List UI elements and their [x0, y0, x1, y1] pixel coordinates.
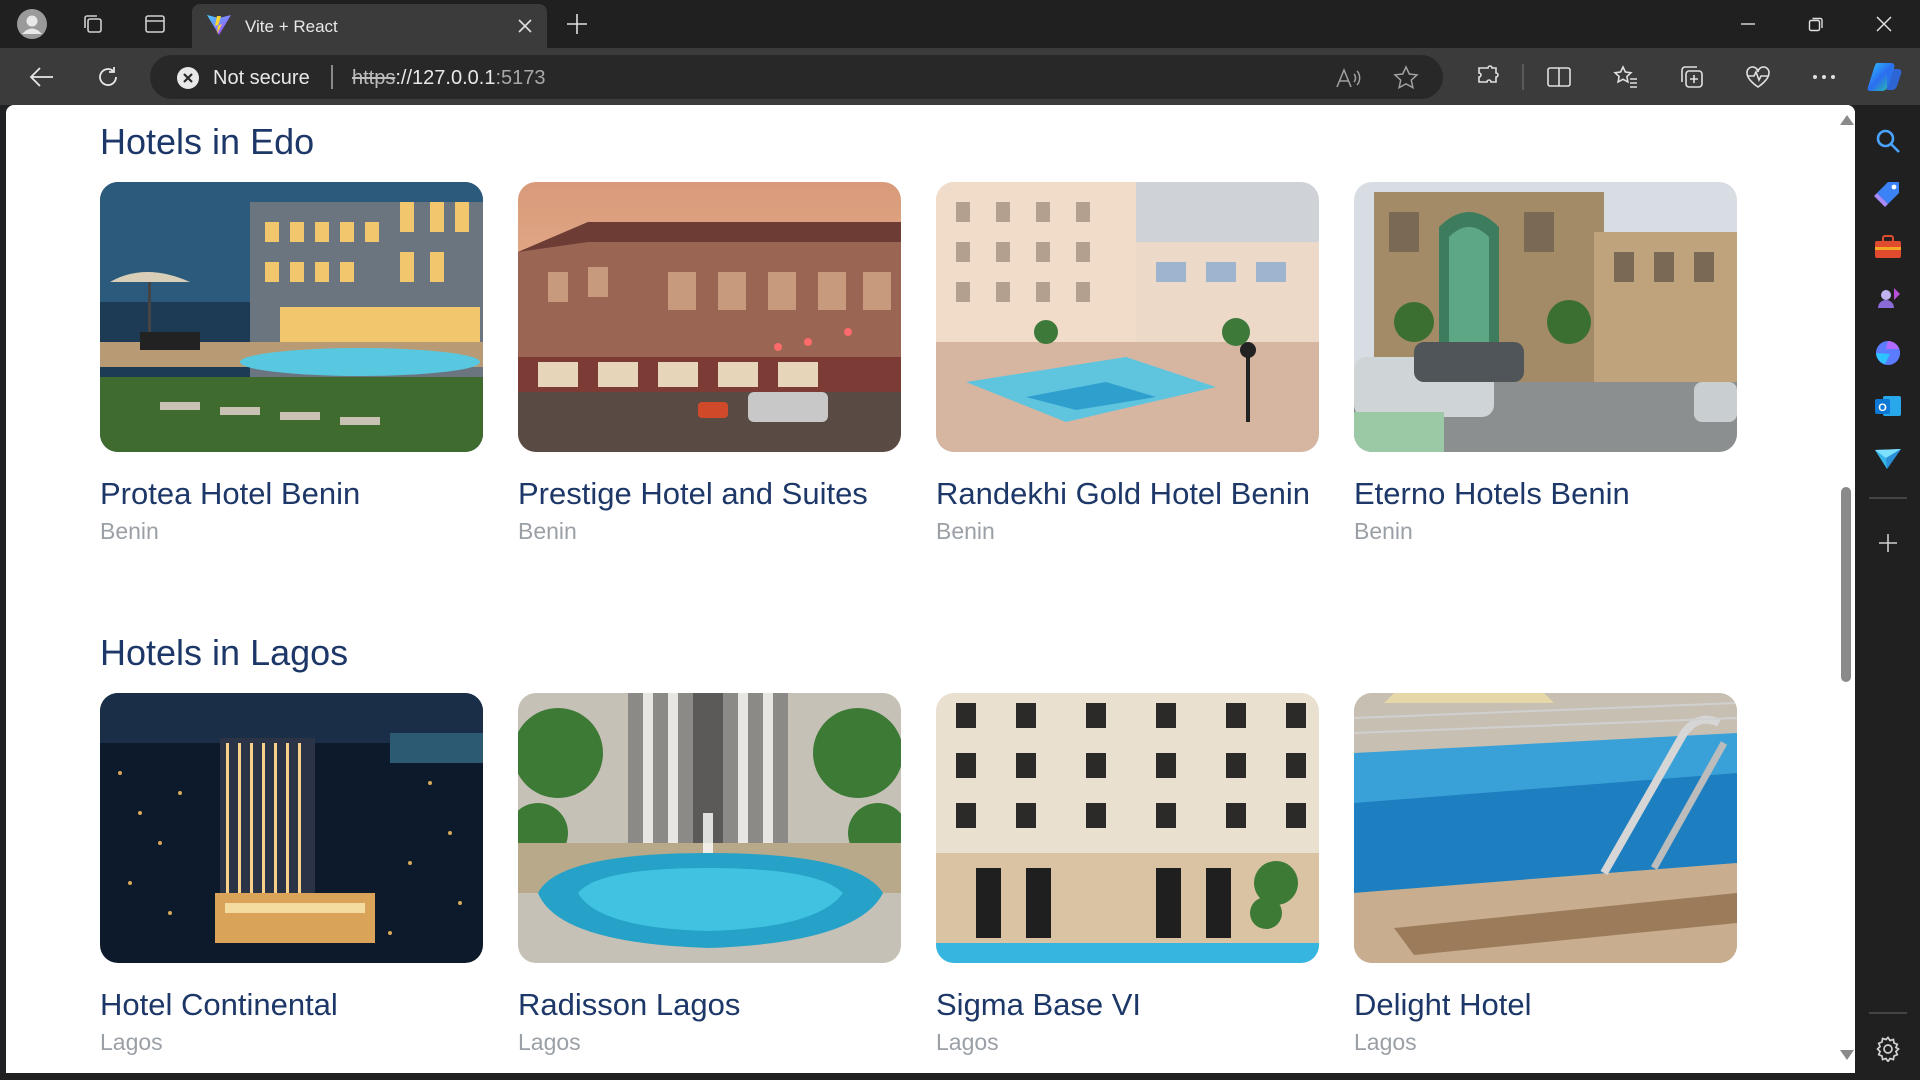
scroll-up-arrow-icon[interactable] — [1840, 115, 1854, 125]
section-title-edo: Hotels in Edo — [100, 121, 315, 162]
hotel-name[interactable]: Sigma Base VI — [936, 987, 1141, 1023]
hotel-name[interactable]: Protea Hotel Benin — [100, 476, 360, 512]
url-host: ://127.0.0.1 — [395, 67, 496, 89]
ellipsis-icon[interactable] — [1805, 58, 1843, 96]
hotel-name[interactable]: Delight Hotel — [1354, 987, 1531, 1023]
hotel-image[interactable] — [518, 693, 901, 963]
edge-sidebar: O — [1855, 105, 1920, 1080]
browser-toolbar: Not secure https://127.0.0.1:5173 — [0, 48, 1920, 105]
hotel-city: Lagos — [518, 1029, 581, 1055]
refresh-icon[interactable] — [89, 58, 127, 96]
gear-icon[interactable] — [1871, 1032, 1905, 1066]
hotel-name[interactable]: Prestige Hotel and Suites — [518, 476, 868, 512]
scrollbar-thumb[interactable] — [1841, 487, 1851, 682]
sidebar-divider-bottom — [1869, 1012, 1907, 1014]
minimize-icon[interactable] — [1714, 0, 1782, 48]
vite-logo-icon — [206, 14, 232, 36]
new-tab-plus-icon[interactable] — [561, 8, 593, 40]
window-bottom-border — [0, 1073, 1855, 1080]
security-label[interactable]: Not secure — [213, 67, 310, 90]
scroll-down-arrow-icon[interactable] — [1840, 1050, 1854, 1060]
hotel-card[interactable]: Hotel Continental Lagos — [100, 693, 483, 1055]
browser-tab-active[interactable]: Vite + React — [192, 4, 547, 48]
favorites-icon[interactable] — [1607, 58, 1645, 96]
microsoft365-icon[interactable] — [1871, 336, 1905, 370]
search-icon[interactable] — [1871, 124, 1905, 158]
hotel-image[interactable] — [1354, 182, 1737, 452]
hotel-card[interactable]: Eterno Hotels Benin Benin — [1354, 182, 1737, 544]
outlook-icon[interactable]: O — [1871, 389, 1905, 423]
address-bar[interactable]: Not secure https://127.0.0.1:5173 — [150, 55, 1443, 99]
page-scrollbar[interactable] — [1836, 105, 1855, 1073]
hotel-name[interactable]: Hotel Continental — [100, 987, 338, 1023]
puzzle-icon[interactable] — [1469, 58, 1507, 96]
hotel-card[interactable]: Randekhi Gold Hotel Benin Benin — [936, 182, 1319, 544]
star-icon[interactable] — [1393, 65, 1419, 91]
back-arrow-icon[interactable] — [23, 58, 61, 96]
page-viewport: Hotels in Edo Protea Hotel Benin Benin P… — [6, 105, 1855, 1073]
address-divider — [331, 65, 333, 89]
tab-title: Vite + React — [245, 17, 338, 36]
close-window-icon[interactable] — [1850, 0, 1918, 48]
add-sidebar-app-plus-icon[interactable] — [1871, 526, 1905, 560]
toolbox-icon[interactable] — [1871, 230, 1905, 264]
restore-icon[interactable] — [1782, 0, 1850, 48]
toolbar-divider — [1522, 64, 1524, 90]
copilot-icon[interactable] — [1866, 58, 1904, 96]
hotel-image[interactable] — [936, 693, 1319, 963]
hotel-city: Benin — [518, 518, 577, 544]
hotel-image[interactable] — [100, 693, 483, 963]
hotel-card[interactable]: Radisson Lagos Lagos — [518, 693, 901, 1055]
hotel-image[interactable] — [100, 182, 483, 452]
section-title-lagos: Hotels in Lagos — [100, 632, 349, 673]
hotel-image[interactable] — [936, 182, 1319, 452]
hotel-card[interactable]: Protea Hotel Benin Benin — [100, 182, 483, 544]
workspaces-icon[interactable] — [77, 8, 109, 40]
split-screen-icon[interactable] — [1540, 58, 1578, 96]
read-aloud-icon[interactable] — [1335, 65, 1361, 91]
hotel-city: Lagos — [100, 1029, 163, 1055]
heart-pulse-icon[interactable] — [1739, 58, 1777, 96]
hotel-image[interactable] — [518, 182, 901, 452]
hotel-image[interactable] — [1354, 693, 1737, 963]
svg-text:O: O — [1878, 402, 1887, 414]
collections-icon[interactable] — [1673, 58, 1711, 96]
games-icon[interactable] — [1871, 283, 1905, 317]
tab-close-icon[interactable] — [513, 14, 537, 38]
hotel-name[interactable]: Radisson Lagos — [518, 987, 740, 1023]
hotel-card[interactable]: Delight Hotel Lagos — [1354, 693, 1737, 1055]
hotel-city: Lagos — [936, 1029, 999, 1055]
shopping-tag-icon[interactable] — [1871, 177, 1905, 211]
hotel-name[interactable]: Randekhi Gold Hotel Benin — [936, 476, 1310, 512]
send-icon[interactable] — [1871, 442, 1905, 476]
url-text[interactable]: https://127.0.0.1:5173 — [352, 67, 546, 90]
hotel-city: Benin — [936, 518, 995, 544]
hotel-card[interactable]: Sigma Base VI Lagos — [936, 693, 1319, 1055]
hotel-city: Lagos — [1354, 1029, 1417, 1055]
hotel-city: Benin — [1354, 518, 1413, 544]
browser-title-bar: Vite + React — [0, 0, 1920, 48]
hotel-name[interactable]: Eterno Hotels Benin — [1354, 476, 1630, 512]
hotel-card[interactable]: Prestige Hotel and Suites Benin — [518, 182, 901, 544]
hotel-city: Benin — [100, 518, 159, 544]
profile-avatar-icon[interactable] — [16, 8, 48, 40]
sidebar-divider — [1869, 497, 1907, 499]
vertical-tabs-icon[interactable] — [139, 8, 171, 40]
url-scheme: https — [352, 67, 396, 89]
url-port: :5173 — [495, 67, 546, 89]
not-secure-icon[interactable] — [176, 66, 200, 90]
